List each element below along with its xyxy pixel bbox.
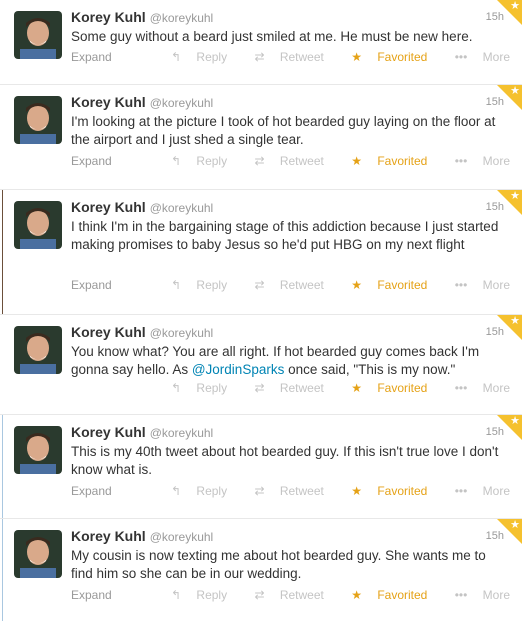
star-icon: ★ — [351, 278, 362, 292]
more-button[interactable]: ••• More — [443, 50, 510, 64]
retweet-button[interactable]: ⇄ Retweet — [242, 154, 323, 168]
expand-link[interactable]: Expand — [71, 484, 112, 498]
star-icon: ★ — [510, 519, 520, 531]
tweet-3[interactable]: Korey Kuhl @koreykuhl 15h I think I'm in … — [0, 190, 522, 315]
tweet-2[interactable]: Korey Kuhl @koreykuhl 15h I'm looking at … — [0, 85, 522, 190]
ellipsis-icon: ••• — [454, 278, 468, 292]
tweet-actions: ↰ Reply ⇄ Retweet ★ Favorited ••• More — [147, 381, 510, 395]
retweet-button[interactable]: ⇄ Retweet — [242, 484, 323, 498]
reply-button[interactable]: ↰ Reply — [159, 154, 227, 168]
more-button[interactable]: ••• More — [443, 484, 510, 498]
more-button[interactable]: ••• More — [443, 381, 510, 395]
favorited-button[interactable]: ★ Favorited — [339, 381, 427, 395]
author-name[interactable]: Korey Kuhl @koreykuhl — [71, 424, 213, 440]
favorited-button[interactable]: ★ Favorited — [339, 154, 427, 168]
tweet-text: Some guy without a beard just smiled at … — [71, 29, 473, 44]
conversation-bar — [2, 415, 3, 518]
author-handle: @koreykuhl — [149, 96, 214, 110]
retweet-icon: ⇄ — [254, 484, 265, 498]
reply-arrow-icon: ↰ — [171, 154, 182, 168]
reply-button[interactable]: ↰ Reply — [159, 588, 227, 602]
star-icon: ★ — [351, 588, 362, 602]
reply-arrow-icon: ↰ — [171, 278, 182, 292]
tweet-text: My cousin is now texting me about hot be… — [71, 548, 486, 581]
reply-arrow-icon: ↰ — [171, 588, 182, 602]
avatar[interactable] — [14, 530, 62, 578]
mention-link[interactable]: @JordinSparks — [192, 362, 285, 377]
retweet-button[interactable]: ⇄ Retweet — [242, 381, 323, 395]
star-icon: ★ — [351, 154, 362, 168]
author-name[interactable]: Korey Kuhl @koreykuhl — [71, 94, 213, 110]
ellipsis-icon: ••• — [454, 588, 468, 602]
author-name[interactable]: Korey Kuhl @koreykuhl — [71, 528, 213, 544]
tweet-text: This is my 40th tweet about hot bearded … — [71, 444, 499, 477]
reply-arrow-icon: ↰ — [171, 484, 182, 498]
avatar[interactable] — [14, 96, 62, 144]
retweet-icon: ⇄ — [254, 381, 265, 395]
retweet-button[interactable]: ⇄ Retweet — [242, 50, 323, 64]
tweet-actions: ↰ Reply ⇄ Retweet ★ Favorited ••• More — [147, 588, 510, 602]
retweet-button[interactable]: ⇄ Retweet — [242, 588, 323, 602]
author-name[interactable]: Korey Kuhl @koreykuhl — [71, 324, 213, 340]
avatar[interactable] — [14, 326, 62, 374]
reply-arrow-icon: ↰ — [171, 50, 182, 64]
ellipsis-icon: ••• — [454, 50, 468, 64]
avatar[interactable] — [14, 426, 62, 474]
expand-link[interactable]: Expand — [71, 588, 112, 602]
tweet-actions: ↰ Reply ⇄ Retweet ★ Favorited ••• More — [147, 484, 510, 498]
reply-button[interactable]: ↰ Reply — [159, 278, 227, 292]
avatar[interactable] — [14, 11, 62, 59]
tweet-text: I think I'm in the bargaining stage of t… — [71, 219, 499, 252]
expand-link[interactable]: Expand — [71, 278, 112, 292]
conversation-bar — [2, 519, 3, 621]
reply-button[interactable]: ↰ Reply — [159, 484, 227, 498]
favorited-button[interactable]: ★ Favorited — [339, 588, 427, 602]
expand-link[interactable]: Expand — [71, 154, 112, 168]
author-handle: @koreykuhl — [149, 530, 214, 544]
star-icon: ★ — [510, 415, 520, 427]
tweet-actions: ↰ Reply ⇄ Retweet ★ Favorited ••• More — [147, 278, 510, 292]
tweet-1[interactable]: Korey Kuhl @koreykuhl 15h Some guy withou… — [0, 0, 522, 85]
star-icon: ★ — [351, 50, 362, 64]
author-name[interactable]: Korey Kuhl @koreykuhl — [71, 199, 213, 215]
reply-button[interactable]: ↰ Reply — [159, 381, 227, 395]
star-icon: ★ — [510, 0, 520, 12]
tweet-text: You know what? You are all right. If hot… — [71, 344, 480, 377]
favorited-button[interactable]: ★ Favorited — [339, 278, 427, 292]
tweet-6[interactable]: Korey Kuhl @koreykuhl 15h My cousin is no… — [0, 519, 522, 621]
author-name[interactable]: Korey Kuhl @koreykuhl — [71, 9, 213, 25]
favorited-button[interactable]: ★ Favorited — [339, 484, 427, 498]
star-icon: ★ — [351, 484, 362, 498]
tweet-4[interactable]: Korey Kuhl @koreykuhl 15h You know what? … — [0, 315, 522, 415]
star-icon: ★ — [510, 190, 520, 202]
author-handle: @koreykuhl — [149, 11, 214, 25]
ellipsis-icon: ••• — [454, 484, 468, 498]
ellipsis-icon: ••• — [454, 381, 468, 395]
more-button[interactable]: ••• More — [443, 278, 510, 292]
more-button[interactable]: ••• More — [443, 154, 510, 168]
author-handle: @koreykuhl — [149, 326, 214, 340]
avatar[interactable] — [14, 201, 62, 249]
conversation-bar — [2, 190, 3, 314]
tweet-text: I'm looking at the picture I took of hot… — [71, 114, 496, 147]
tweet-actions: ↰ Reply ⇄ Retweet ★ Favorited ••• More — [147, 50, 510, 64]
tweet-5[interactable]: Korey Kuhl @koreykuhl 15h This is my 40th… — [0, 415, 522, 519]
more-button[interactable]: ••• More — [443, 588, 510, 602]
retweet-icon: ⇄ — [254, 154, 265, 168]
star-icon: ★ — [510, 315, 520, 327]
star-icon: ★ — [510, 85, 520, 97]
favorited-button[interactable]: ★ Favorited — [339, 50, 427, 64]
star-icon: ★ — [351, 381, 362, 395]
reply-arrow-icon: ↰ — [171, 381, 182, 395]
tweet-actions: ↰ Reply ⇄ Retweet ★ Favorited ••• More — [147, 154, 510, 168]
ellipsis-icon: ••• — [454, 154, 468, 168]
expand-link[interactable]: Expand — [71, 50, 112, 64]
reply-button[interactable]: ↰ Reply — [159, 50, 227, 64]
retweet-icon: ⇄ — [254, 278, 265, 292]
retweet-button[interactable]: ⇄ Retweet — [242, 278, 323, 292]
retweet-icon: ⇄ — [254, 588, 265, 602]
retweet-icon: ⇄ — [254, 50, 265, 64]
author-handle: @koreykuhl — [149, 426, 214, 440]
author-handle: @koreykuhl — [149, 201, 214, 215]
